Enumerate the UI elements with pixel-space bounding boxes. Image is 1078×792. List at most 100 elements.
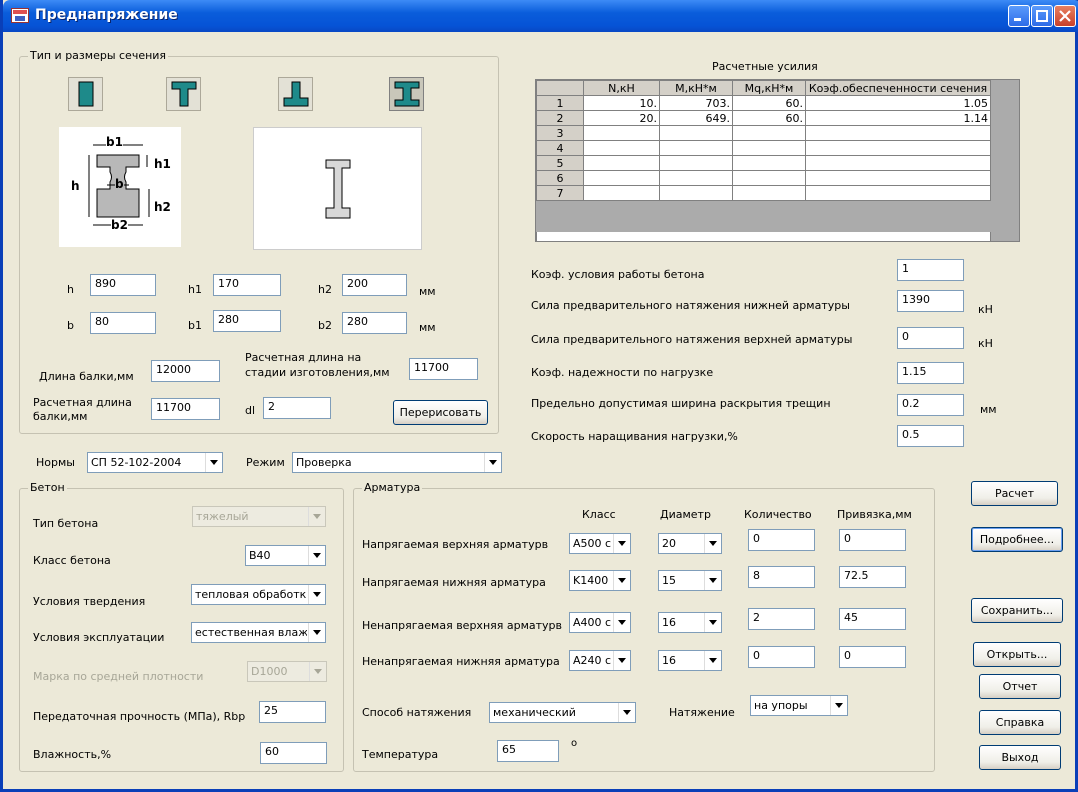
close-button[interactable] bbox=[1054, 5, 1076, 27]
exit-button[interactable]: Выход bbox=[979, 745, 1061, 770]
chevron-down-icon[interactable] bbox=[618, 703, 635, 722]
chevron-down-icon[interactable] bbox=[704, 534, 721, 553]
cell-coef[interactable] bbox=[805, 140, 991, 156]
row-header[interactable]: 1 bbox=[536, 95, 584, 111]
table-row[interactable]: 2 20. 649. 60. 1.14 bbox=[536, 110, 991, 126]
chevron-down-icon[interactable] bbox=[484, 453, 501, 472]
row-header[interactable]: 2 bbox=[536, 110, 584, 126]
row-header[interactable]: 3 bbox=[536, 125, 584, 141]
row-header[interactable]: 6 bbox=[536, 170, 584, 186]
calc-length-fab-input[interactable]: 11700 bbox=[409, 358, 478, 380]
cell-m[interactable] bbox=[659, 185, 733, 201]
details-button[interactable]: Подробнее... bbox=[971, 527, 1063, 552]
chevron-down-icon[interactable] bbox=[613, 571, 630, 590]
chevron-down-icon[interactable] bbox=[308, 546, 325, 565]
minimize-button[interactable] bbox=[1008, 5, 1030, 27]
rebar-count-input[interactable]: 0 bbox=[748, 529, 815, 551]
h-input[interactable]: 890 bbox=[90, 274, 156, 296]
rebar-class-select[interactable]: A500 с bbox=[569, 533, 631, 554]
cell-coef[interactable] bbox=[805, 155, 991, 171]
cell-n[interactable] bbox=[583, 140, 660, 156]
beam-length-input[interactable]: 12000 bbox=[151, 360, 220, 382]
t-section-button[interactable] bbox=[166, 77, 201, 111]
row-header[interactable]: 5 bbox=[536, 155, 584, 171]
chevron-down-icon[interactable] bbox=[704, 613, 721, 632]
row-header[interactable]: 4 bbox=[536, 140, 584, 156]
redraw-button[interactable]: Перерисовать bbox=[393, 400, 488, 425]
rebar-diameter-select[interactable]: 20 bbox=[658, 533, 722, 554]
rebar-count-input[interactable]: 0 bbox=[748, 646, 815, 668]
cell-m[interactable]: 649. bbox=[659, 110, 733, 126]
cell-n[interactable] bbox=[583, 125, 660, 141]
strength-input[interactable]: 25 bbox=[259, 701, 326, 723]
cell-mq[interactable] bbox=[732, 125, 806, 141]
table-row[interactable]: 5 bbox=[536, 155, 991, 171]
cell-m[interactable] bbox=[659, 170, 733, 186]
calc-button[interactable]: Расчет bbox=[971, 481, 1058, 506]
cell-m[interactable] bbox=[659, 125, 733, 141]
rebar-class-select[interactable]: A400 с bbox=[569, 612, 631, 633]
rebar-count-input[interactable]: 8 bbox=[748, 566, 815, 588]
row-header[interactable]: 7 bbox=[536, 185, 584, 201]
help-button[interactable]: Справка bbox=[979, 710, 1061, 735]
report-button[interactable]: Отчет bbox=[979, 674, 1061, 699]
cell-coef[interactable] bbox=[805, 185, 991, 201]
chevron-down-icon[interactable] bbox=[613, 613, 630, 632]
rebar-offset-input[interactable]: 0 bbox=[839, 646, 906, 668]
calc-length-input[interactable]: 11700 bbox=[151, 398, 220, 420]
table-row[interactable]: 3 bbox=[536, 125, 991, 141]
rect-section-button[interactable] bbox=[68, 77, 103, 111]
b-input[interactable]: 80 bbox=[90, 312, 156, 334]
inverted-t-section-button[interactable] bbox=[278, 77, 313, 111]
rebar-diameter-select[interactable]: 16 bbox=[658, 612, 722, 633]
cell-n[interactable] bbox=[583, 185, 660, 201]
humidity-input[interactable]: 60 bbox=[260, 742, 327, 764]
h1-input[interactable]: 170 bbox=[213, 274, 281, 296]
cell-mq[interactable]: 60. bbox=[732, 110, 806, 126]
rebar-diameter-select[interactable]: 15 bbox=[658, 570, 722, 591]
prestress-top-input[interactable]: 0 bbox=[897, 327, 964, 349]
rebar-offset-input[interactable]: 45 bbox=[839, 608, 906, 630]
cell-mq[interactable] bbox=[732, 140, 806, 156]
table-row[interactable]: 4 bbox=[536, 140, 991, 156]
cell-mq[interactable] bbox=[732, 185, 806, 201]
cell-coef[interactable] bbox=[805, 170, 991, 186]
norms-select[interactable]: СП 52-102-2004 bbox=[87, 452, 223, 473]
operation-select[interactable]: естественная влаж bbox=[191, 622, 326, 643]
hardening-select[interactable]: тепловая обработк bbox=[191, 584, 326, 605]
concrete-class-select[interactable]: B40 bbox=[245, 545, 326, 566]
i-section-button[interactable] bbox=[389, 77, 424, 111]
load-reliability-input[interactable]: 1.15 bbox=[897, 362, 964, 384]
tension-select[interactable]: на упоры bbox=[750, 695, 848, 716]
cell-mq[interactable]: 60. bbox=[732, 95, 806, 111]
open-button[interactable]: Открыть... bbox=[973, 642, 1061, 667]
cell-m[interactable] bbox=[659, 140, 733, 156]
cell-mq[interactable] bbox=[732, 155, 806, 171]
chevron-down-icon[interactable] bbox=[704, 651, 721, 670]
h2-input[interactable]: 200 bbox=[342, 274, 407, 296]
table-row[interactable]: 6 bbox=[536, 170, 991, 186]
chevron-down-icon[interactable] bbox=[308, 623, 325, 642]
cell-n[interactable] bbox=[583, 155, 660, 171]
save-button[interactable]: Сохранить... bbox=[971, 598, 1063, 623]
chevron-down-icon[interactable] bbox=[830, 696, 847, 715]
rebar-class-select[interactable]: A240 с bbox=[569, 650, 631, 671]
cell-n[interactable]: 20. bbox=[583, 110, 660, 126]
rebar-offset-input[interactable]: 72.5 bbox=[839, 566, 906, 588]
rebar-count-input[interactable]: 2 bbox=[748, 608, 815, 630]
title-bar[interactable]: Преднапряжение bbox=[3, 0, 1078, 32]
rebar-diameter-select[interactable]: 16 bbox=[658, 650, 722, 671]
dl-input[interactable]: 2 bbox=[263, 397, 331, 419]
rebar-class-select[interactable]: K1400 bbox=[569, 570, 631, 591]
b1-input[interactable]: 280 bbox=[213, 310, 281, 332]
cell-m[interactable]: 703. bbox=[659, 95, 733, 111]
forces-table[interactable]: N,кН M,кН*м Mq,кН*м Коэф.обеспеченности … bbox=[536, 80, 991, 201]
temperature-input[interactable]: 65 bbox=[497, 740, 559, 762]
table-row[interactable]: 7 bbox=[536, 185, 991, 201]
crack-width-input[interactable]: 0.2 bbox=[897, 394, 964, 416]
cell-n[interactable]: 10. bbox=[583, 95, 660, 111]
chevron-down-icon[interactable] bbox=[205, 453, 222, 472]
rebar-offset-input[interactable]: 0 bbox=[839, 529, 906, 551]
load-rate-input[interactable]: 0.5 bbox=[897, 425, 964, 447]
cell-mq[interactable] bbox=[732, 170, 806, 186]
